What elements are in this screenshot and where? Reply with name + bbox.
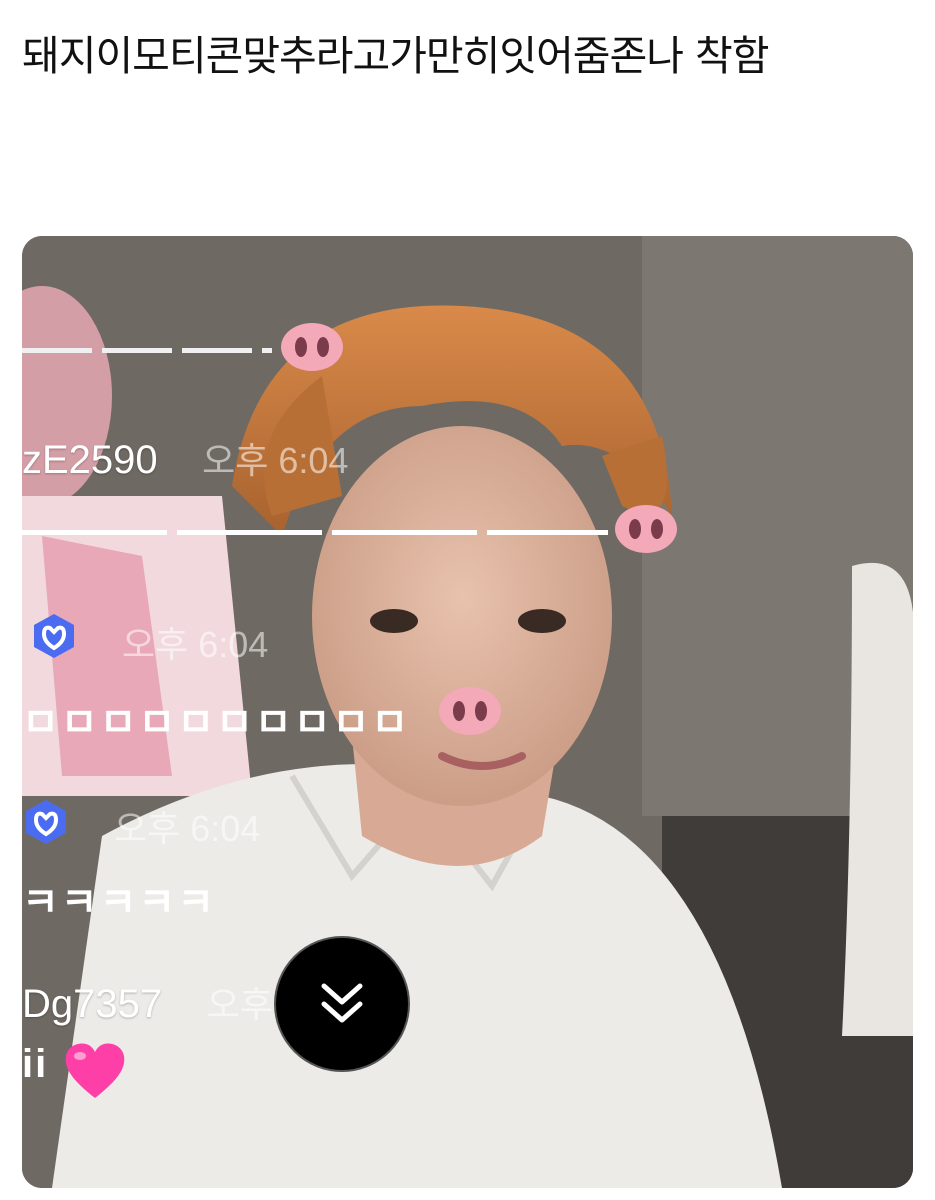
tweet-text: 돼지이모티콘맞추라고가만히잇어줌존나 착함 xyxy=(22,32,769,80)
scroll-to-bottom-button[interactable] xyxy=(274,936,410,1072)
pig-nose-icon xyxy=(615,505,677,553)
chat-message-header: zE2590 오후 6:04 xyxy=(22,432,348,484)
chat-divider-line xyxy=(22,348,272,353)
chat-username[interactable]: zE2590 xyxy=(22,438,158,482)
chat-message-text: ㅁㅁㅁㅁㅁㅁㅁㅁㅁㅁ xyxy=(22,701,410,745)
membership-badge-icon xyxy=(34,614,74,658)
chat-username[interactable]: Dg7357 xyxy=(22,982,162,1026)
chat-timestamp: 오후 6:04 xyxy=(202,440,349,481)
chat-message-text: ㅋㅋㅋㅋㅋ xyxy=(22,881,216,925)
pig-nose-icon xyxy=(439,687,501,735)
chat-timestamp: 오후 6:04 xyxy=(114,808,261,849)
pink-heart-icon xyxy=(65,1043,125,1098)
chat-message-header: 오후 6:04 xyxy=(114,800,260,852)
pig-nose-icon xyxy=(281,323,343,371)
chat-timestamp: 오후 6:04 xyxy=(122,624,269,665)
membership-badge-icon xyxy=(26,800,66,844)
chat-message-text: ii xyxy=(22,1042,49,1086)
chat-timestamp: 오후 xyxy=(206,984,273,1025)
chat-message-header: 오후 6:04 xyxy=(122,616,268,668)
live-stream-screenshot[interactable]: zE2590 오후 6:04 오후 6:04 ㅁㅁㅁㅁㅁㅁㅁㅁㅁㅁ 오후 6:0… xyxy=(22,236,913,1188)
chat-message-header: Dg7357 오후 xyxy=(22,976,273,1028)
chat-divider-line xyxy=(22,530,608,535)
double-chevron-down-icon xyxy=(321,983,363,1023)
